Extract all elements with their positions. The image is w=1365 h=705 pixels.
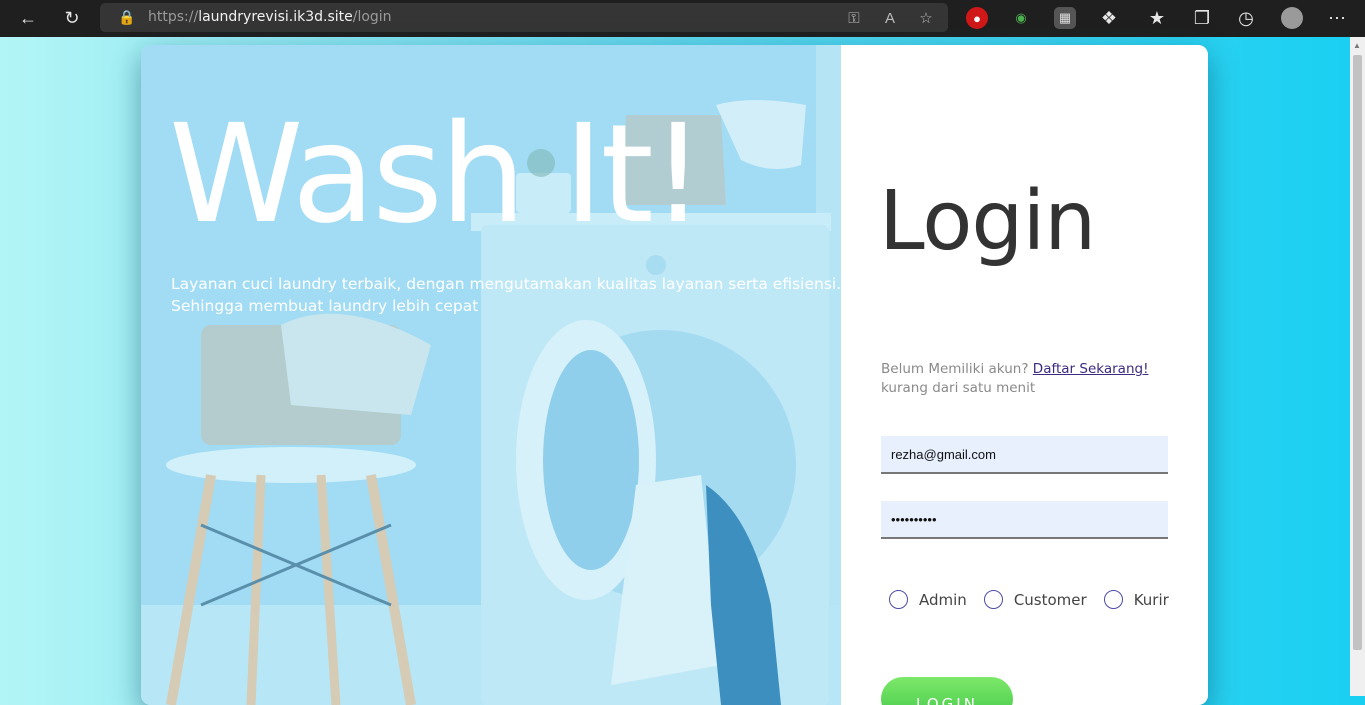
role-kurir-label: Kurir — [1133, 590, 1169, 609]
role-radio-group: Admin Customer Kurir — [889, 590, 1186, 609]
register-note: kurang dari satu menit — [881, 380, 1036, 396]
register-prompt-text: Belum Memiliki akun? — [881, 361, 1029, 377]
password-key-icon[interactable]: ⚿ — [842, 7, 866, 29]
address-bar[interactable]: 🔒 https://laundryrevisi.ik3d.site/login … — [100, 3, 948, 32]
lock-icon: 🔒 — [118, 9, 136, 25]
register-link[interactable]: Daftar Sekarang! — [1033, 361, 1149, 377]
login-card: Wash It! Layanan cuci laundry terbaik, d… — [141, 45, 1208, 705]
extension-globe-icon[interactable]: ◉ — [1010, 7, 1032, 29]
login-button[interactable]: LOGIN — [881, 677, 1013, 705]
url-text: https://laundryrevisi.ik3d.site/login — [148, 9, 392, 25]
read-aloud-icon[interactable]: A — [878, 7, 902, 29]
extension-red-icon[interactable]: ● — [966, 7, 988, 29]
radio-admin[interactable] — [889, 590, 908, 609]
hero-panel: Wash It! Layanan cuci laundry terbaik, d… — [141, 45, 841, 705]
hero-tagline-line1: Layanan cuci laundry terbaik, dengan men… — [171, 275, 841, 293]
register-prompt: Belum Memiliki akun? Daftar Sekarang! ku… — [881, 360, 1148, 398]
history-icon[interactable]: ◷ — [1231, 4, 1261, 32]
login-title: Login — [879, 174, 1096, 269]
browser-toolbar: ← ↻ 🔒 https://laundryrevisi.ik3d.site/lo… — [0, 0, 1365, 37]
page-scrollbar[interactable]: ▲ — [1350, 37, 1365, 696]
password-input[interactable] — [881, 501, 1168, 539]
role-admin-label: Admin — [919, 590, 967, 609]
role-customer[interactable]: Customer — [983, 590, 1087, 609]
login-panel: Login Belum Memiliki akun? Daftar Sekara… — [841, 45, 1208, 705]
scroll-up-icon[interactable]: ▲ — [1353, 41, 1361, 50]
hero-tagline: Layanan cuci laundry terbaik, dengan men… — [171, 273, 841, 317]
favorites-icon[interactable]: ★ — [1142, 4, 1172, 32]
role-kurir[interactable]: Kurir — [1103, 590, 1169, 609]
extensions-puzzle-icon[interactable]: ❖ — [1094, 4, 1124, 32]
profile-avatar-icon[interactable] — [1277, 4, 1307, 32]
reload-icon[interactable]: ↻ — [57, 4, 87, 32]
more-menu-icon[interactable]: ⋯ — [1322, 4, 1352, 32]
role-customer-label: Customer — [1013, 590, 1087, 609]
hero-tagline-line2: Sehingga membuat laundry lebih cepat — [171, 297, 479, 315]
add-favorite-icon[interactable]: ☆ — [914, 7, 938, 29]
back-icon[interactable]: ← — [13, 4, 43, 32]
role-admin[interactable]: Admin — [889, 590, 967, 609]
radio-customer[interactable] — [983, 590, 1003, 609]
email-input[interactable] — [881, 436, 1168, 474]
scrollbar-thumb[interactable] — [1353, 55, 1362, 650]
collections-icon[interactable]: ❐ — [1187, 4, 1217, 32]
radio-kurir[interactable] — [1103, 590, 1123, 609]
hero-title: Wash It! — [169, 96, 705, 254]
extension-grid-icon[interactable]: ▦ — [1054, 7, 1076, 29]
